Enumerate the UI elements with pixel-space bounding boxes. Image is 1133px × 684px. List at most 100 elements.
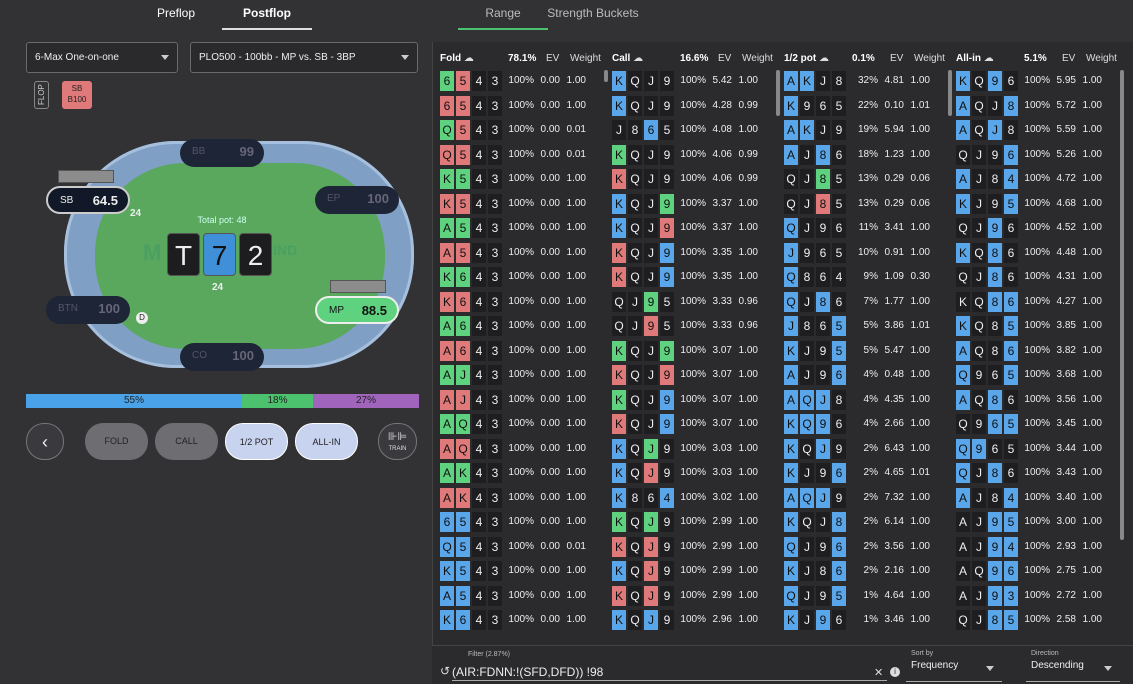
- column-scrollbar[interactable]: [604, 70, 608, 82]
- range-row[interactable]: K Q J 9 100% 3.03 1.00: [612, 463, 778, 483]
- range-row[interactable]: K Q J 9 100% 2.99 1.00: [612, 561, 778, 581]
- range-row[interactable]: A K 4 3 100% 0.00 1.00: [440, 487, 606, 508]
- back-button[interactable]: ‹: [26, 423, 64, 460]
- spot-select[interactable]: PLO500 - 100bb - MP vs. SB - 3BP: [190, 42, 418, 73]
- range-row[interactable]: A K J 9 19% 5.94 1.00: [784, 120, 950, 140]
- range-row[interactable]: Q 9 6 5 100% 3.44 1.00: [956, 438, 1122, 459]
- range-row[interactable]: A Q 8 6 100% 3.56 1.00: [956, 389, 1122, 410]
- range-row[interactable]: K Q J 9 100% 4.06 0.99: [612, 169, 778, 189]
- range-row[interactable]: A Q J 8 100% 5.72 1.00: [956, 95, 1122, 116]
- range-row[interactable]: K Q J 9 100% 2.99 1.00: [612, 585, 778, 606]
- range-row[interactable]: Q J 9 6 100% 5.26 1.00: [956, 144, 1122, 165]
- download-icon[interactable]: ☁: [981, 53, 994, 64]
- range-row[interactable]: Q J 9 6 2% 3.56 1.00: [784, 536, 950, 557]
- range-row[interactable]: K Q J 9 100% 3.07 1.00: [612, 365, 778, 385]
- download-icon[interactable]: ☁: [461, 53, 474, 64]
- train-button[interactable]: ⊪⊫ TRAIN: [378, 423, 417, 460]
- range-row[interactable]: K Q J 9 100% 2.99 1.00: [612, 536, 778, 557]
- range-row[interactable]: K 6 4 3 100% 0.00 1.00: [440, 291, 606, 312]
- column-scrollbar[interactable]: [776, 70, 780, 116]
- range-row[interactable]: A J 8 4 100% 4.72 1.00: [956, 169, 1122, 189]
- download-icon[interactable]: ☁: [630, 53, 643, 64]
- range-row[interactable]: Q J 9 5 100% 3.33 0.96: [612, 291, 778, 312]
- range-row[interactable]: Q 5 4 3 100% 0.00 0.01: [440, 144, 606, 165]
- street-badge[interactable]: FLOP: [34, 81, 49, 109]
- range-row[interactable]: K 9 6 5 22% 0.10 1.01: [784, 95, 950, 116]
- column-scrollbar[interactable]: [1120, 70, 1124, 540]
- weight-header[interactable]: Weight: [570, 52, 601, 66]
- range-row[interactable]: K Q J 9 100% 3.07 1.00: [612, 389, 778, 410]
- range-row[interactable]: Q J 9 6 100% 4.52 1.00: [956, 218, 1122, 238]
- range-row[interactable]: K Q 9 6 100% 5.95 1.00: [956, 71, 1122, 91]
- range-row[interactable]: A Q 4 3 100% 0.00 1.00: [440, 414, 606, 434]
- range-row[interactable]: K Q J 9 100% 3.37 1.00: [612, 218, 778, 238]
- range-row[interactable]: Q J 9 5 1% 4.64 1.00: [784, 585, 950, 606]
- range-row[interactable]: K J 9 5 100% 4.68 1.00: [956, 193, 1122, 214]
- range-row[interactable]: K Q J 9 100% 3.35 1.00: [612, 242, 778, 263]
- range-row[interactable]: K Q J 9 100% 5.42 1.00: [612, 71, 778, 91]
- range-row[interactable]: Q 8 6 4 9% 1.09 0.30: [784, 267, 950, 287]
- range-row[interactable]: Q 5 4 3 100% 0.00 0.01: [440, 536, 606, 557]
- game-select[interactable]: 6-Max One-on-one: [26, 42, 178, 73]
- range-row[interactable]: K Q J 8 2% 6.14 1.00: [784, 512, 950, 532]
- weight-header[interactable]: Weight: [742, 52, 773, 66]
- ev-header[interactable]: EV: [1062, 52, 1075, 66]
- range-row[interactable]: Q 9 6 5 100% 3.68 1.00: [956, 365, 1122, 385]
- range-row[interactable]: Q 5 4 3 100% 0.00 0.01: [440, 120, 606, 140]
- range-row[interactable]: K Q 8 6 100% 4.48 1.00: [956, 242, 1122, 263]
- range-row[interactable]: K J 9 6 2% 4.65 1.01: [784, 463, 950, 483]
- range-row[interactable]: Q J 8 5 13% 0.29 0.06: [784, 193, 950, 214]
- fold-button[interactable]: FOLD: [85, 423, 148, 460]
- range-row[interactable]: Q J 9 5 100% 3.33 0.96: [612, 316, 778, 336]
- range-row[interactable]: K Q J 9 100% 4.28 0.99: [612, 95, 778, 116]
- range-row[interactable]: K Q J 9 100% 3.35 1.00: [612, 267, 778, 287]
- call-button[interactable]: CALL: [155, 423, 218, 460]
- range-row[interactable]: K J 8 6 2% 2.16 1.00: [784, 561, 950, 581]
- range-row[interactable]: A J 4 3 100% 0.00 1.00: [440, 389, 606, 410]
- history-icon[interactable]: ↺: [440, 664, 450, 678]
- weight-header[interactable]: Weight: [914, 52, 945, 66]
- range-row[interactable]: K Q J 9 100% 3.07 1.00: [612, 340, 778, 361]
- range-row[interactable]: A J 8 4 100% 3.40 1.00: [956, 487, 1122, 508]
- range-row[interactable]: K Q J 9 100% 2.96 1.00: [612, 610, 778, 630]
- range-row[interactable]: K 5 4 3 100% 0.00 1.00: [440, 193, 606, 214]
- range-row[interactable]: A J 9 3 100% 2.72 1.00: [956, 585, 1122, 606]
- direction-select[interactable]: Direction Descending: [1026, 650, 1120, 682]
- range-row[interactable]: 6 5 4 3 100% 0.00 1.00: [440, 95, 606, 116]
- range-row[interactable]: A Q 8 6 100% 3.82 1.00: [956, 340, 1122, 361]
- half-pot-button[interactable]: 1/2 POT: [225, 423, 288, 460]
- range-row[interactable]: A K 4 3 100% 0.00 1.00: [440, 463, 606, 483]
- range-row[interactable]: K Q 8 5 100% 3.85 1.00: [956, 316, 1122, 336]
- range-row[interactable]: K Q J 9 100% 3.07 1.00: [612, 414, 778, 434]
- range-row[interactable]: A 5 4 3 100% 0.00 1.00: [440, 585, 606, 606]
- range-row[interactable]: Q J 8 5 100% 2.58 1.00: [956, 610, 1122, 630]
- range-row[interactable]: Q J 8 6 100% 4.31 1.00: [956, 267, 1122, 287]
- tab-postflop[interactable]: Postflop: [237, 0, 297, 30]
- seat-mp[interactable]: MP 88.5: [315, 296, 399, 324]
- range-row[interactable]: K Q 9 6 4% 2.66 1.00: [784, 414, 950, 434]
- action-badge[interactable]: SB B100: [62, 81, 92, 109]
- info-icon[interactable]: i: [890, 667, 900, 677]
- range-row[interactable]: K Q J 9 100% 2.99 1.00: [612, 512, 778, 532]
- range-row[interactable]: A J 8 6 18% 1.23 1.00: [784, 144, 950, 165]
- range-row[interactable]: A K J 8 32% 4.81 1.00: [784, 71, 950, 91]
- download-icon[interactable]: ☁: [816, 53, 829, 64]
- range-row[interactable]: Q 9 6 5 100% 3.45 1.00: [956, 414, 1122, 434]
- range-row[interactable]: K Q J 9 100% 3.03 1.00: [612, 438, 778, 459]
- ev-header[interactable]: EV: [718, 52, 731, 66]
- ev-header[interactable]: EV: [546, 52, 559, 66]
- range-row[interactable]: 6 5 4 3 100% 0.00 1.00: [440, 71, 606, 91]
- range-row[interactable]: Q J 8 6 7% 1.77 1.00: [784, 291, 950, 312]
- range-row[interactable]: A Q J 8 100% 5.59 1.00: [956, 120, 1122, 140]
- seat-bb[interactable]: BB 99: [180, 139, 264, 167]
- range-row[interactable]: Q J 9 6 11% 3.41 1.00: [784, 218, 950, 238]
- range-row[interactable]: A 6 4 3 100% 0.00 1.00: [440, 316, 606, 336]
- range-row[interactable]: K 6 4 3 100% 0.00 1.00: [440, 610, 606, 630]
- range-row[interactable]: A 5 4 3 100% 0.00 1.00: [440, 242, 606, 263]
- sort-select[interactable]: Sort by Frequency: [906, 650, 1002, 682]
- range-row[interactable]: K J 9 6 1% 3.46 1.00: [784, 610, 950, 630]
- range-row[interactable]: A Q J 9 2% 7.32 1.00: [784, 487, 950, 508]
- range-row[interactable]: A 6 4 3 100% 0.00 1.00: [440, 340, 606, 361]
- range-row[interactable]: A Q J 8 4% 4.35 1.00: [784, 389, 950, 410]
- range-row[interactable]: K 5 4 3 100% 0.00 1.00: [440, 169, 606, 189]
